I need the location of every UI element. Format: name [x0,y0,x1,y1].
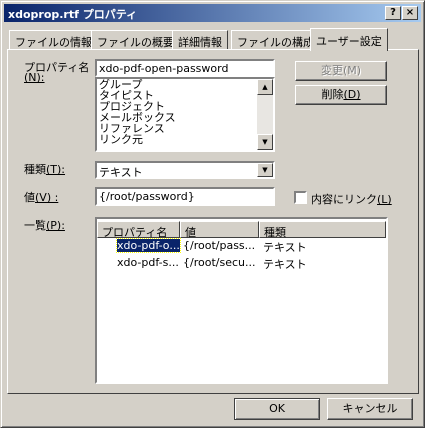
link-to-content-checkbox[interactable] [294,191,307,204]
property-name-input[interactable]: xdo-pdf-open-password [95,59,275,77]
column-header-type[interactable]: 種類 [259,221,386,239]
ok-button[interactable]: OK [234,398,320,420]
chevron-down-icon[interactable]: ▼ [257,163,273,177]
tab-label: ファイルの概要 [97,36,174,49]
properties-list-view[interactable]: プロパティ名 値 種類 xdo-pdf-o... {/root/pass... … [95,217,388,384]
column-header-name[interactable]: プロパティ名 [97,221,180,239]
tab-details[interactable]: 詳細情報 [172,30,228,49]
type-selected-value: テキスト [99,166,143,179]
scroll-up-icon[interactable]: ▲ [257,79,273,95]
help-icon[interactable]: ? [385,6,401,20]
row-cell-name: xdo-pdf-s... [117,256,179,269]
tab-file-info[interactable]: ファイルの情報 [9,30,98,49]
user-settings-panel: プロパティ名 (N): xdo-pdf-open-password グループ タ… [7,49,419,394]
tab-file-structure[interactable]: ファイルの構成 [231,30,320,49]
tab-file-summary[interactable]: ファイルの概要 [91,30,180,49]
row-cell-value: {/root/pass... [183,239,256,252]
row-cell-name: xdo-pdf-o... [116,238,181,253]
list-label: 一覧(P): [24,219,65,232]
delete-button[interactable]: 削除(D) [295,85,387,105]
tab-label: ユーザー設定 [316,35,382,48]
scroll-down-icon[interactable]: ▼ [257,134,273,150]
tab-label: ファイルの構成 [237,36,314,49]
property-name-list[interactable]: グループ タイピスト プロジェクト メールボックス リファレンス リンク元 ▲ … [95,77,275,152]
row-cell-type: テキスト [263,258,307,271]
title-bar[interactable]: xdoprop.rtf プロパティ ? × [4,4,421,22]
value-input[interactable]: {/root/password} [95,187,275,206]
change-button[interactable]: 変更(M) [295,61,387,81]
type-select[interactable]: テキスト ▼ [95,161,275,179]
cancel-button[interactable]: キャンセル [327,398,413,420]
tab-user-settings[interactable]: ユーザー設定 [310,28,388,51]
value-label: 値(V) : [24,191,59,204]
list-scrollbar[interactable]: ▲ ▼ [257,79,273,150]
column-header-value[interactable]: 値 [180,221,259,239]
row-cell-value: {/root/secu... [183,256,256,269]
tab-label: ファイルの情報 [15,36,92,49]
link-to-content-label: 内容にリンク(L) [311,193,392,206]
properties-window: xdoprop.rtf プロパティ ? × ファイルの情報 ファイルの概要 詳細… [0,0,425,428]
window-title: xdoprop.rtf プロパティ [8,8,138,21]
list-item[interactable]: リンク元 [99,134,143,145]
property-name-accel: (N): [24,71,45,84]
close-icon[interactable]: × [402,6,418,20]
tab-label: 詳細情報 [178,36,222,49]
row-cell-type: テキスト [263,241,307,254]
type-label: 種類(T): [24,163,66,176]
